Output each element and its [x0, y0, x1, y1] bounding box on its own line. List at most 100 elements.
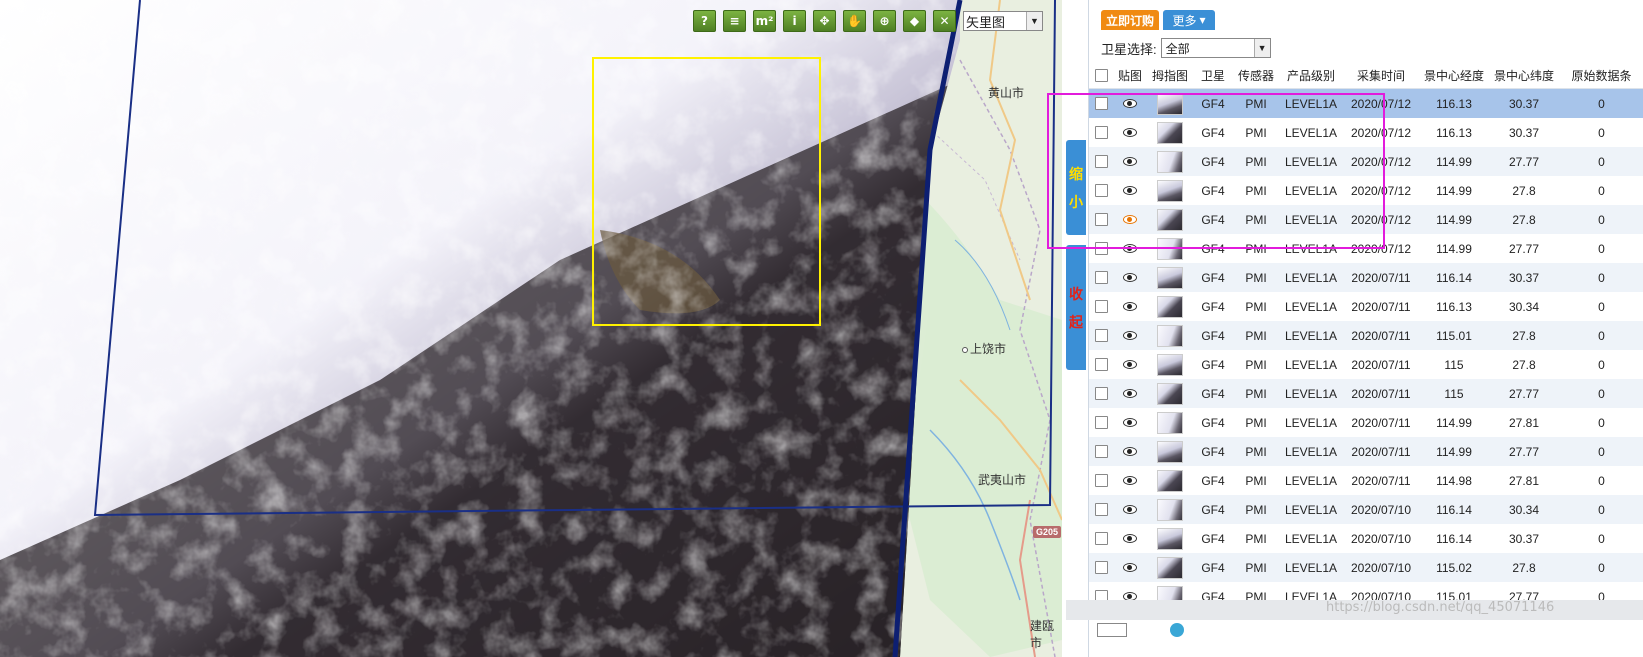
row-thumbnail-cell [1147, 150, 1193, 173]
scene-thumbnail[interactable] [1157, 208, 1183, 231]
scene-thumbnail[interactable] [1157, 411, 1183, 434]
row-select-cell [1089, 242, 1113, 255]
column-header-center-lat[interactable]: 景中心纬度 [1489, 67, 1559, 84]
table-row[interactable]: GF4 PMI LEVEL1A 2020/07/12 116.13 30.37 0 [1089, 89, 1643, 118]
scene-thumbnail[interactable] [1157, 121, 1183, 144]
clear-tool-button[interactable]: ✕ [933, 10, 956, 32]
row-checkbox[interactable] [1094, 561, 1108, 574]
map-view[interactable]: 黄山市 上饶市 武夷山市 建瓯市 G205 ? ≡ m² i ✥ ✋ ⊕ ◆ ✕ 矢里图 ▼ [0, 0, 1062, 657]
column-header-thumbnail[interactable]: 拇指图 [1147, 67, 1193, 84]
row-checkbox[interactable] [1094, 387, 1108, 400]
scene-thumbnail[interactable] [1157, 324, 1183, 347]
scene-thumbnail[interactable] [1157, 150, 1183, 173]
table-row[interactable]: GF4 PMI LEVEL1A 2020/07/11 116.13 30.34 0 [1089, 292, 1643, 321]
scene-thumbnail[interactable] [1157, 556, 1183, 579]
pan-hand-tool-button[interactable]: ✋ [843, 10, 866, 32]
locate-tool-button[interactable]: ⊕ [873, 10, 896, 32]
scene-thumbnail[interactable] [1157, 353, 1183, 376]
collapse-tab[interactable]: 收 起 [1066, 245, 1086, 370]
table-row[interactable]: GF4 PMI LEVEL1A 2020/07/12 114.99 27.77 0 [1089, 234, 1643, 263]
row-checkbox[interactable] [1094, 503, 1108, 516]
table-row[interactable]: GF4 PMI LEVEL1A 2020/07/11 114.99 27.81 0 [1089, 408, 1643, 437]
row-checkbox[interactable] [1094, 213, 1108, 226]
scene-thumbnail[interactable] [1157, 295, 1183, 318]
eye-icon[interactable] [1123, 331, 1137, 340]
table-row[interactable]: GF4 PMI LEVEL1A 2020/07/10 115.02 27.8 0 [1089, 553, 1643, 582]
full-extent-tool-button[interactable]: ✥ [813, 10, 836, 32]
row-checkbox[interactable] [1094, 329, 1108, 342]
row-checkbox[interactable] [1094, 97, 1108, 110]
row-checkbox[interactable] [1094, 271, 1108, 284]
table-row[interactable]: GF4 PMI LEVEL1A 2020/07/11 115.01 27.8 0 [1089, 321, 1643, 350]
row-checkbox[interactable] [1094, 532, 1108, 545]
table-row[interactable]: GF4 PMI LEVEL1A 2020/07/12 116.13 30.37 0 [1089, 118, 1643, 147]
eye-icon[interactable] [1123, 360, 1137, 369]
scene-thumbnail[interactable] [1157, 237, 1183, 260]
satellite-select[interactable]: 全部 ▼ [1160, 38, 1271, 58]
scene-thumbnail[interactable] [1157, 440, 1183, 463]
shrink-tab[interactable]: 缩 小 [1066, 140, 1086, 235]
column-header-overlay[interactable]: 贴图 [1113, 67, 1147, 84]
select-all-checkbox[interactable] [1094, 68, 1108, 82]
table-row[interactable]: GF4 PMI LEVEL1A 2020/07/10 116.14 30.34 0 [1089, 495, 1643, 524]
eye-icon[interactable] [1123, 563, 1137, 572]
column-header-raw-data[interactable]: 原始数据条 [1559, 67, 1643, 84]
table-row[interactable]: GF4 PMI LEVEL1A 2020/07/10 116.14 30.37 0 [1089, 524, 1643, 553]
row-checkbox[interactable] [1094, 300, 1108, 313]
column-header-time[interactable]: 采集时间 [1343, 67, 1419, 84]
table-row[interactable]: GF4 PMI LEVEL1A 2020/07/12 114.99 27.8 0 [1089, 176, 1643, 205]
page-input[interactable] [1097, 623, 1127, 637]
column-header-center-lon[interactable]: 景中心经度 [1419, 67, 1489, 84]
row-checkbox[interactable] [1094, 474, 1108, 487]
row-checkbox[interactable] [1094, 242, 1108, 255]
eye-icon[interactable] [1123, 244, 1137, 253]
scene-thumbnail[interactable] [1157, 92, 1183, 115]
eye-icon[interactable] [1123, 302, 1137, 311]
table-row[interactable]: GF4 PMI LEVEL1A 2020/07/11 114.98 27.81 0 [1089, 466, 1643, 495]
column-header-satellite[interactable]: 卫星 [1193, 67, 1233, 84]
eye-icon[interactable] [1123, 157, 1137, 166]
row-checkbox[interactable] [1094, 416, 1108, 429]
row-thumbnail-cell [1147, 208, 1193, 231]
column-header-sensor[interactable]: 传感器 [1233, 67, 1279, 84]
table-row[interactable]: GF4 PMI LEVEL1A 2020/07/12 114.99 27.8 0 [1089, 205, 1643, 234]
row-checkbox[interactable] [1094, 126, 1108, 139]
scene-thumbnail[interactable] [1157, 469, 1183, 492]
table-row[interactable]: GF4 PMI LEVEL1A 2020/07/11 115 27.77 0 [1089, 379, 1643, 408]
help-tool-button[interactable]: ? [693, 10, 716, 32]
more-button[interactable]: 更多 ▾ [1163, 10, 1215, 30]
table-row[interactable]: GF4 PMI LEVEL1A 2020/07/11 114.99 27.77 0 [1089, 437, 1643, 466]
info-tool-button[interactable]: i [783, 10, 806, 32]
eye-icon[interactable] [1123, 505, 1137, 514]
eye-icon[interactable] [1123, 128, 1137, 137]
row-checkbox[interactable] [1094, 155, 1108, 168]
row-overlay-cell [1113, 244, 1147, 253]
table-row[interactable]: GF4 PMI LEVEL1A 2020/07/11 115 27.8 0 [1089, 350, 1643, 379]
draw-polygon-tool-button[interactable]: ◆ [903, 10, 926, 32]
eye-icon[interactable] [1123, 273, 1137, 282]
scene-thumbnail[interactable] [1157, 266, 1183, 289]
eye-icon[interactable] [1123, 534, 1137, 543]
scene-thumbnail[interactable] [1157, 498, 1183, 521]
eye-icon[interactable] [1123, 389, 1137, 398]
table-row[interactable]: GF4 PMI LEVEL1A 2020/07/12 114.99 27.77 0 [1089, 147, 1643, 176]
eye-icon[interactable] [1123, 99, 1137, 108]
column-header-level[interactable]: 产品级别 [1279, 67, 1343, 84]
eye-icon[interactable] [1123, 215, 1137, 224]
scene-thumbnail[interactable] [1157, 527, 1183, 550]
eye-icon[interactable] [1123, 186, 1137, 195]
eye-icon[interactable] [1123, 476, 1137, 485]
order-now-button[interactable]: 立即订购 [1101, 10, 1159, 30]
scene-thumbnail[interactable] [1157, 179, 1183, 202]
table-row[interactable]: GF4 PMI LEVEL1A 2020/07/11 116.14 30.37 0 [1089, 263, 1643, 292]
row-checkbox[interactable] [1094, 358, 1108, 371]
scene-thumbnail[interactable] [1157, 382, 1183, 405]
map-type-select[interactable]: 矢里图 ▼ [963, 11, 1043, 31]
measure-area-tool-button[interactable]: m² [753, 10, 776, 32]
layer-list-tool-button[interactable]: ≡ [723, 10, 746, 32]
eye-icon[interactable] [1123, 447, 1137, 456]
row-checkbox[interactable] [1094, 445, 1108, 458]
refresh-icon[interactable] [1170, 623, 1184, 637]
row-checkbox[interactable] [1094, 184, 1108, 197]
eye-icon[interactable] [1123, 418, 1137, 427]
